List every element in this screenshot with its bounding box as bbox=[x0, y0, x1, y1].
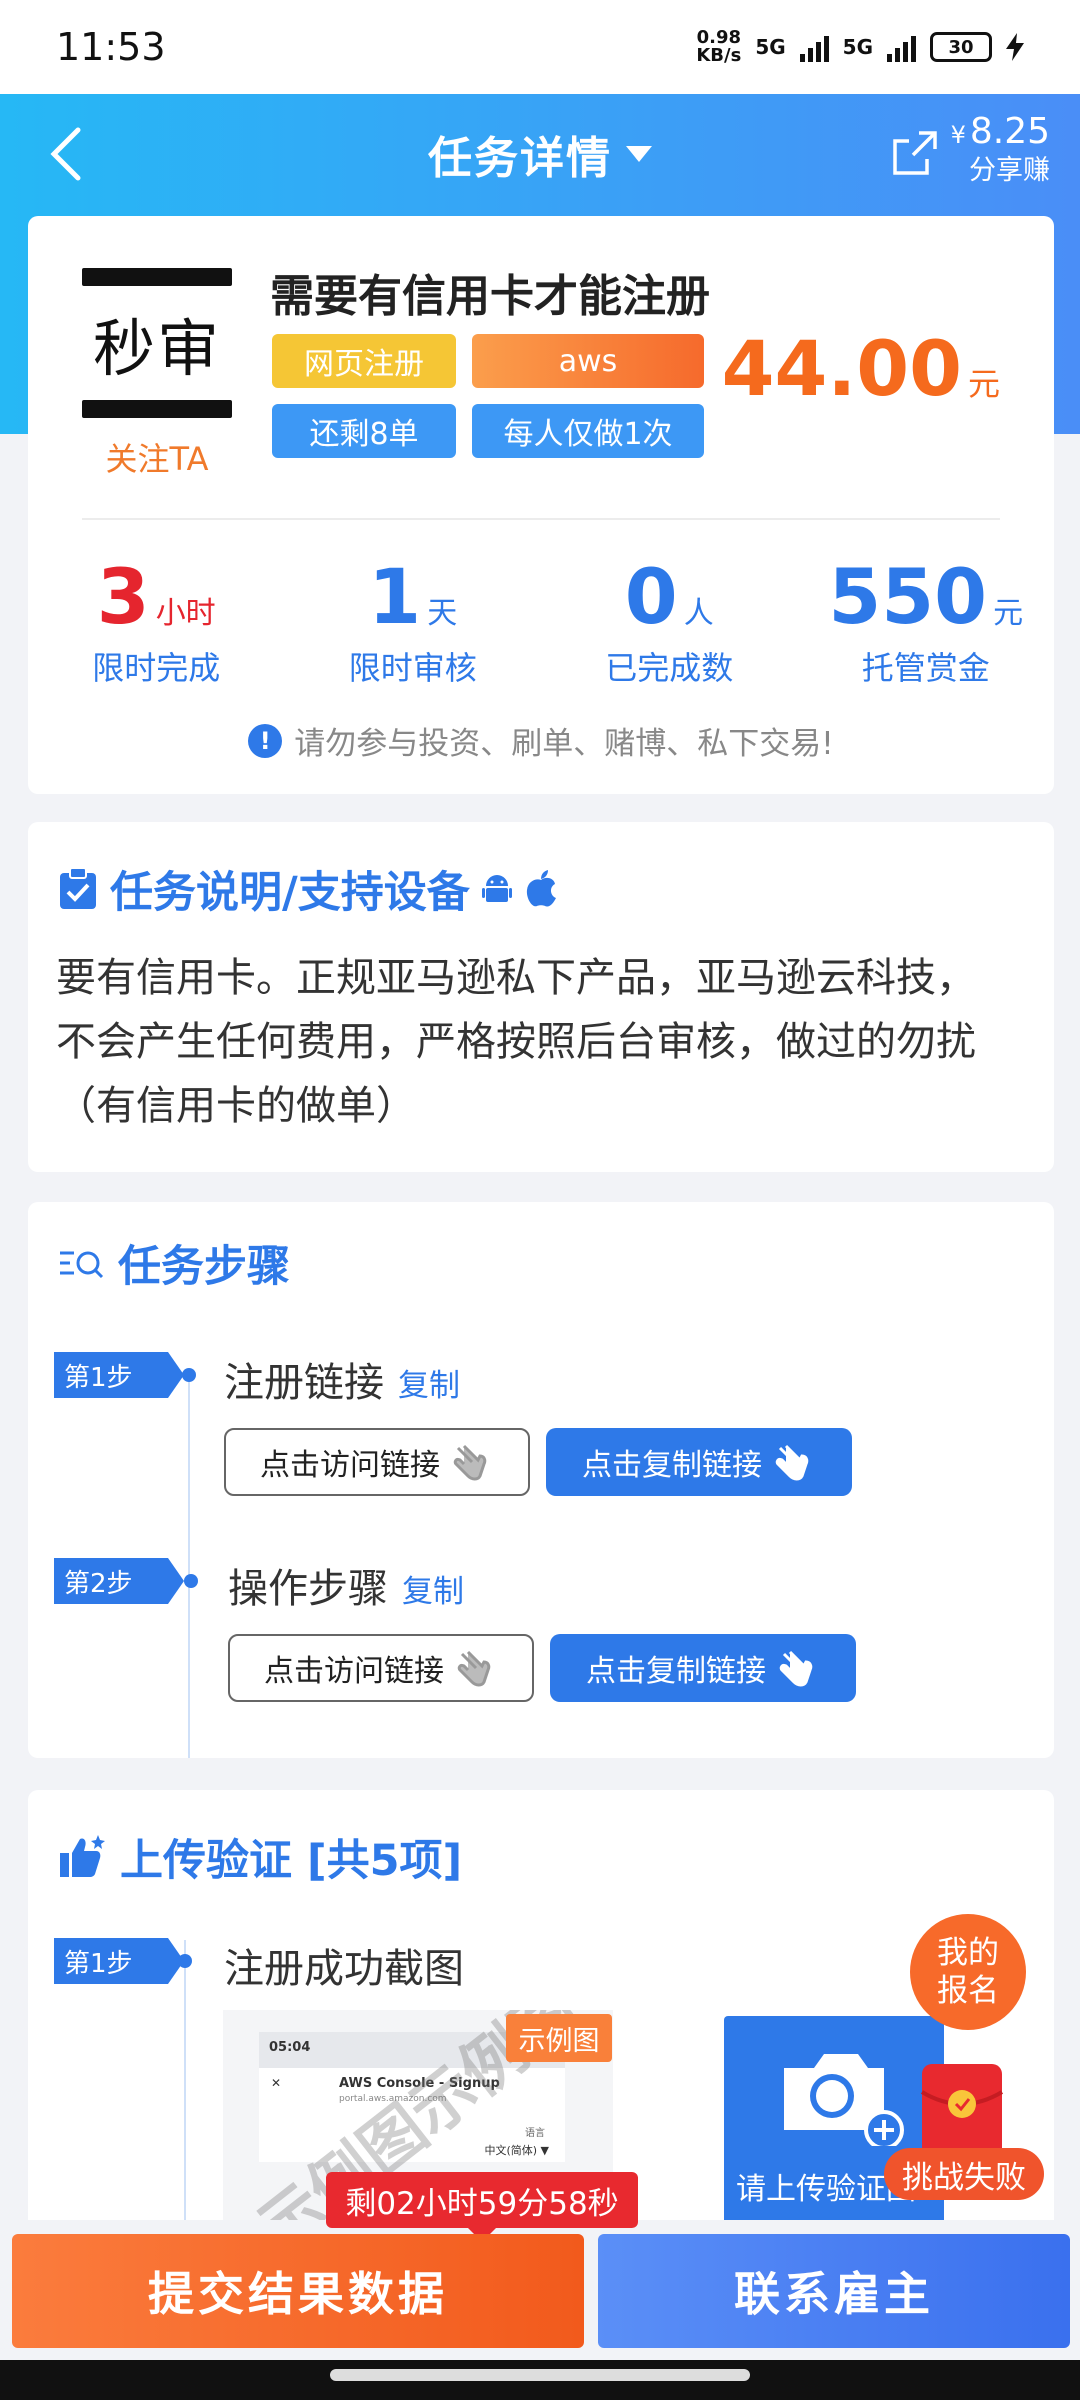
step-name: 操作步骤 复制 bbox=[228, 1566, 464, 1612]
example-badge: 示例图 bbox=[506, 2014, 612, 2062]
divider bbox=[82, 518, 1000, 520]
step-name: 注册成功截图 bbox=[224, 1946, 464, 1992]
task-stats: 3 小时 限时完成 1天 限时审核 0人 已完成数 550 元 托管赏金 bbox=[28, 552, 1054, 689]
task-description-card: 任务说明/支持设备 要有信用卡。正规亚马逊私下产品，亚马逊云科技，不会产生任何费… bbox=[28, 822, 1054, 1172]
follow-button[interactable]: 关注TA bbox=[82, 434, 232, 480]
apple-icon bbox=[526, 870, 556, 907]
copy-link[interactable]: 复制 bbox=[398, 1360, 460, 1405]
clock: 11:53 bbox=[56, 25, 166, 69]
step-tag: 第2步 bbox=[54, 1558, 184, 1604]
step-name: 注册链接 复制 bbox=[224, 1360, 460, 1406]
sim1-label: 5G bbox=[755, 35, 786, 59]
back-arrow-icon[interactable] bbox=[40, 122, 100, 186]
share-label: 分享赚 bbox=[969, 155, 1050, 186]
signal-icon-2 bbox=[887, 32, 916, 62]
android-icon bbox=[481, 875, 512, 902]
task-summary-card: 秒审 关注TA 需要有信用卡才能注册 网页注册 aws 还剩8单 每人仅做1次 … bbox=[28, 216, 1054, 794]
stat-completed: 0人 已完成数 bbox=[605, 552, 734, 687]
tag-remaining: 还剩8单 bbox=[272, 404, 456, 458]
info-icon: ! bbox=[248, 723, 283, 758]
share-icon bbox=[892, 130, 937, 175]
timeline-line bbox=[188, 1378, 190, 1758]
upload-heading: 上传验证 [共5项] bbox=[58, 1826, 462, 1888]
system-indicators: 0.98 KB/s 5G 5G 30 bbox=[696, 29, 1024, 65]
timeline-dot bbox=[182, 1368, 196, 1382]
task-price: 44.00 元 bbox=[721, 324, 1000, 413]
steps-heading: 任务步骤 bbox=[58, 1232, 290, 1294]
page-title[interactable]: 任务详情 bbox=[428, 122, 652, 186]
copy-link[interactable]: 复制 bbox=[402, 1566, 464, 1611]
timeline-dot bbox=[184, 1574, 198, 1588]
battery-icon: 30 bbox=[930, 32, 992, 62]
task-title: 需要有信用卡才能注册 bbox=[270, 271, 710, 322]
hand-pointer-icon bbox=[775, 1444, 809, 1481]
publisher-logo[interactable]: 秒审 bbox=[82, 268, 232, 418]
hand-pointer-icon bbox=[453, 1444, 487, 1481]
dropdown-caret-icon bbox=[626, 146, 652, 162]
stat-time-limit: 3 小时 限时完成 bbox=[92, 552, 221, 687]
visit-link-button[interactable]: 点击访问链接 bbox=[224, 1428, 530, 1496]
network-speed: 0.98 KB/s bbox=[696, 27, 742, 66]
share-amount: 8.25 bbox=[969, 111, 1050, 152]
countdown-timer: 剩02小时59分58秒 bbox=[326, 2172, 638, 2242]
close-icon: ✕ bbox=[271, 2076, 282, 2090]
copy-link-button[interactable]: 点击复制链接 bbox=[546, 1428, 852, 1496]
submit-results-button[interactable]: 提交结果数据 bbox=[12, 2234, 584, 2348]
clipboard-check-icon bbox=[60, 867, 96, 909]
tag-platform: aws bbox=[472, 334, 704, 388]
contact-employer-button[interactable]: 联系雇主 bbox=[598, 2234, 1070, 2348]
my-signup-button[interactable]: 我的报名 bbox=[910, 1914, 1026, 2030]
timeline-dot bbox=[178, 1954, 192, 1968]
nav-bar: 任务详情 ¥8.25 分享赚 bbox=[0, 94, 1080, 214]
status-bar: 11:53 0.98 KB/s 5G 5G 30 bbox=[0, 0, 1080, 94]
thumbs-up-icon bbox=[60, 1835, 105, 1877]
task-steps-card: 任务步骤 第1步 注册链接 复制 点击访问链接 点击复制链接 第2步 操作步骤 复制… bbox=[28, 1202, 1054, 1758]
description-text: 要有信用卡。正规亚马逊私下产品，亚马逊云科技，不会产生任何费用，严格按照后台审核… bbox=[56, 955, 976, 1129]
home-indicator[interactable] bbox=[330, 2369, 750, 2381]
share-earn-button[interactable]: ¥8.25 分享赚 bbox=[889, 114, 1050, 189]
tag-limit: 每人仅做1次 bbox=[472, 404, 704, 458]
step-tag: 第1步 bbox=[54, 1352, 184, 1398]
challenge-failed-badge[interactable]: 挑战失败 bbox=[884, 2148, 1044, 2200]
copy-link-button[interactable]: 点击复制链接 bbox=[550, 1634, 856, 1702]
hand-pointer-icon bbox=[779, 1650, 813, 1687]
signal-icon bbox=[799, 32, 829, 62]
warning-notice: ! 请勿参与投资、刷单、赌博、私下交易! bbox=[28, 718, 1054, 763]
visit-link-button[interactable]: 点击访问链接 bbox=[228, 1634, 534, 1702]
stat-escrow: 550 元 托管赏金 bbox=[828, 552, 1024, 687]
sim2-label: 5G bbox=[842, 35, 873, 59]
list-search-icon bbox=[60, 1251, 104, 1279]
camera-add-icon bbox=[784, 2054, 904, 2146]
hand-pointer-icon bbox=[457, 1650, 491, 1687]
charging-icon bbox=[1006, 33, 1024, 61]
tag-type: 网页注册 bbox=[272, 334, 456, 388]
stat-review-limit: 1天 限时审核 bbox=[348, 552, 477, 687]
description-heading: 任务说明/支持设备 bbox=[58, 858, 558, 920]
step-tag: 第1步 bbox=[54, 1938, 184, 1984]
